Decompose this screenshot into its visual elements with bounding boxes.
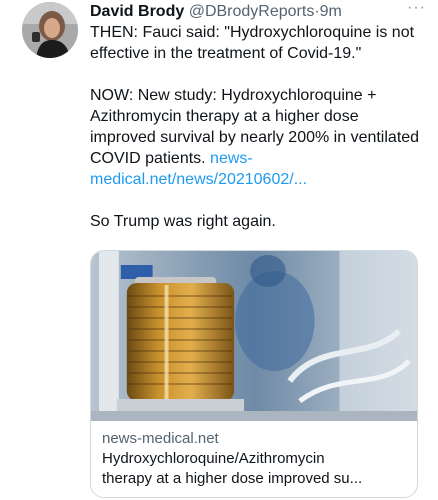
tweet-paragraph-now-text: NOW: New study: Hydroxychloroquine + Azi… bbox=[90, 87, 424, 167]
link-preview-card[interactable]: news-medical.net Hydroxychloroquine/Azit… bbox=[90, 250, 418, 498]
card-image bbox=[91, 251, 417, 421]
avatar[interactable] bbox=[22, 2, 78, 58]
author-display-name[interactable]: David Brody bbox=[90, 3, 184, 20]
card-footer: news-medical.net Hydroxychloroquine/Azit… bbox=[102, 429, 407, 489]
tweet-paragraph-now: NOW: New study: Hydroxychloroquine + Azi… bbox=[90, 85, 428, 190]
card-domain: news-medical.net bbox=[102, 430, 219, 447]
card-title-line-1: Hydroxychloroquine/Azithromycin bbox=[102, 450, 325, 467]
tweet-paragraph-then: THEN: Fauci said: "Hydroxychloroquine is… bbox=[90, 24, 419, 62]
author-handle[interactable]: @DBrodyReports bbox=[189, 3, 315, 20]
card-title: Hydroxychloroquine/Azithromycin therapy … bbox=[102, 449, 407, 489]
tweet-paragraph-conclusion: So Trump was right again. bbox=[90, 213, 276, 230]
more-dots-icon[interactable]: ··· bbox=[407, 0, 426, 16]
tweet-body: THEN: Fauci said: "Hydroxychloroquine is… bbox=[90, 22, 428, 232]
avatar-image bbox=[22, 2, 78, 58]
tweet-header: David Brody @DBrodyReports·9m bbox=[90, 2, 426, 22]
tweet-time[interactable]: 9m bbox=[320, 3, 342, 20]
card-title-line-2: therapy at a higher dose improved su... bbox=[102, 470, 363, 487]
